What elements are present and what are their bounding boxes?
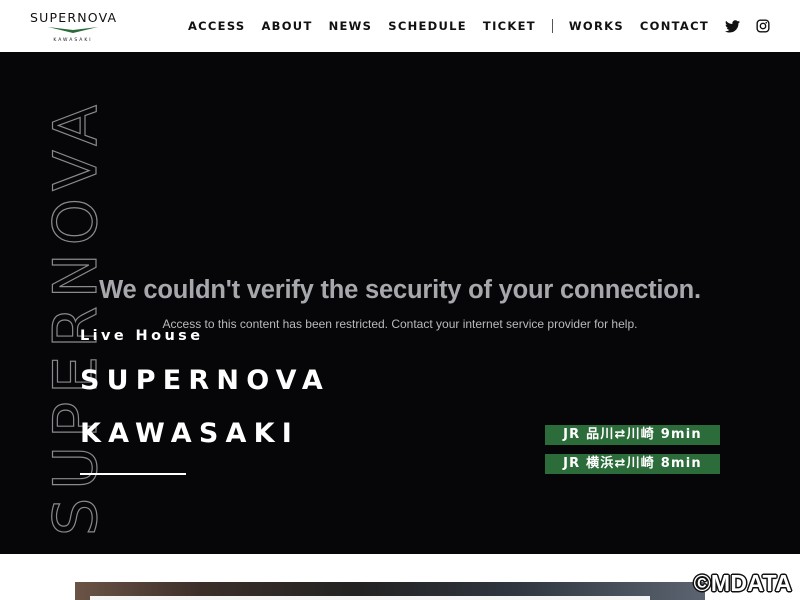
nav-schedule[interactable]: SCHEDULE — [388, 19, 467, 33]
nav-about[interactable]: ABOUT — [261, 19, 312, 33]
title-underline — [80, 473, 186, 475]
nav-contact[interactable]: CONTACT — [640, 19, 709, 33]
hero-section: SUPERNOVA We couldn't verify the securit… — [0, 52, 800, 554]
preview-photo-frame — [90, 596, 650, 600]
site-logo[interactable]: SUPERNOVA KAWASAKI — [30, 8, 116, 46]
nav-access[interactable]: ACCESS — [188, 19, 245, 33]
site-header: SUPERNOVA KAWASAKI ACCESS ABOUT NEWS SCH… — [0, 0, 800, 52]
main-nav: ACCESS ABOUT NEWS SCHEDULE TICKET WORKS … — [188, 17, 770, 35]
logo-subtitle: KAWASAKI — [53, 38, 93, 43]
instagram-icon[interactable] — [756, 19, 770, 33]
nav-divider — [551, 19, 553, 33]
logo-mark-icon — [48, 27, 98, 33]
connection-error-title: We couldn't verify the security of your … — [99, 276, 701, 304]
hero-tagline: Live House — [80, 328, 204, 344]
watermark: ©MDATA — [693, 570, 792, 596]
nav-works[interactable]: WORKS — [569, 19, 624, 33]
nav-news[interactable]: NEWS — [329, 19, 373, 33]
nav-ticket[interactable]: TICKET — [483, 19, 536, 33]
access-badge-shinagawa: JR 品川⇄川崎 9min — [545, 425, 720, 445]
content-preview-strip: ©MDATA — [0, 554, 800, 600]
access-badge-yokohama: JR 横浜⇄川崎 8min — [545, 454, 720, 474]
twitter-icon[interactable] — [725, 19, 740, 33]
hero-title-line2: KAWASAKI — [80, 418, 299, 449]
hero-title-line1: SUPERNOVA — [80, 365, 330, 396]
logo-title: SUPERNOVA — [30, 10, 118, 25]
